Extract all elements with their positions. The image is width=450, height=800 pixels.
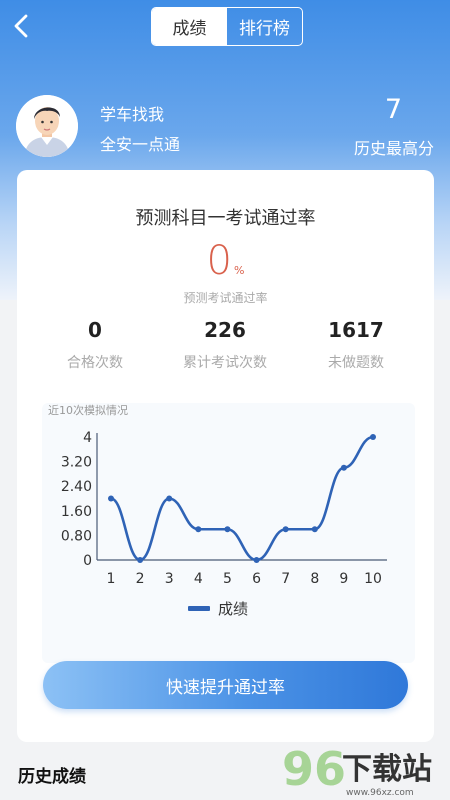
chart-title: 近10次模拟情况 (48, 404, 128, 417)
pass-rate-label: 预测考试通过率 (183, 291, 268, 305)
stat-passed-value: 0 (88, 318, 102, 342)
user-avatar-icon (16, 95, 78, 157)
legend-label: 成绩 (218, 600, 249, 618)
legend-swatch (188, 606, 210, 611)
back-button[interactable] (10, 12, 34, 40)
svg-text:www.96xz.com: www.96xz.com (346, 788, 414, 798)
best-score-label: 历史最高分 (353, 139, 434, 158)
stat-passed-label: 合格次数 (67, 355, 123, 371)
pass-rate-unit: % (234, 264, 245, 277)
tab-score[interactable]: 成绩 (152, 8, 227, 45)
chart-panel (42, 403, 415, 663)
stat-passed: 0 合格次数 (40, 318, 150, 372)
pass-rate-value: 0 (206, 238, 232, 284)
tab-switcher: 成绩 排行榜 (151, 7, 303, 46)
stat-undone: 1617 未做题数 (301, 318, 411, 372)
stat-total-exams-label: 累计考试次数 (183, 355, 267, 371)
tab-leaderboard[interactable]: 排行榜 (227, 8, 302, 45)
user-name: 学车找我 (100, 105, 165, 124)
stat-total-exams-value: 226 (204, 318, 246, 342)
history-title: 历史成绩 (18, 767, 86, 787)
user-subtitle: 全安一点通 (100, 135, 181, 154)
stat-undone-label: 未做题数 (328, 355, 384, 371)
improve-pass-rate-button[interactable]: 快速提升通过率 (43, 661, 408, 709)
avatar[interactable] (16, 95, 78, 157)
prediction-card: 预测科目一考试通过率 0% 预测考试通过率 0 合格次数 226 累计考试次数 … (17, 170, 434, 742)
stat-undone-value: 1617 (328, 318, 384, 342)
svg-text:下载站: 下载站 (342, 752, 432, 787)
watermark-logo: 96 下载站 www.96xz.com (282, 742, 432, 798)
chart-legend: 成绩 (188, 598, 248, 619)
best-score-value: 7 (384, 94, 402, 125)
pass-rate: 0% (17, 238, 434, 284)
chevron-left-icon (14, 14, 28, 38)
card-title: 预测科目一考试通过率 (135, 208, 316, 229)
svg-text:96: 96 (282, 742, 346, 796)
stat-total-exams: 226 累计考试次数 (170, 318, 280, 372)
